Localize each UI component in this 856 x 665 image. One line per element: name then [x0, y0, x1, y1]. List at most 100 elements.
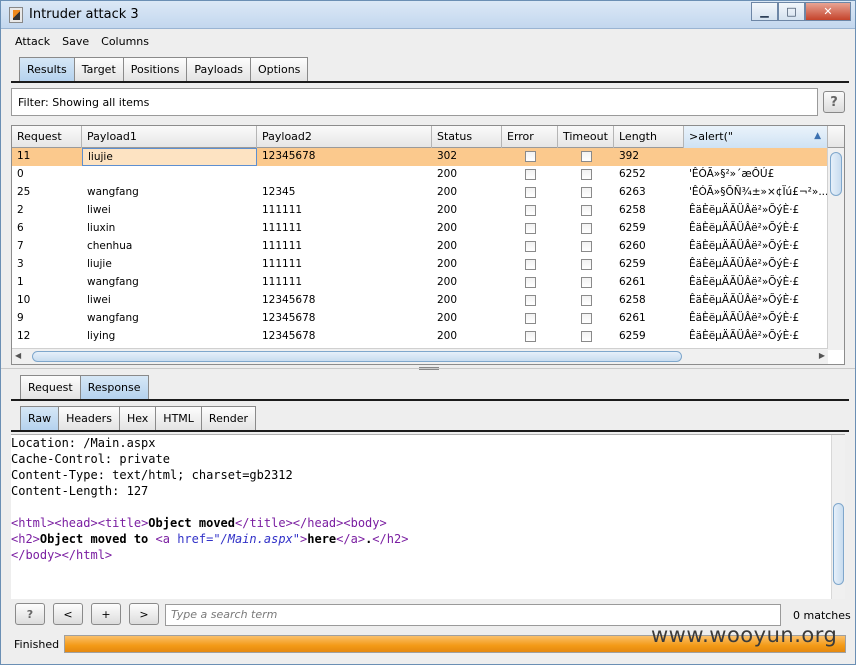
tab-request[interactable]: Request — [20, 375, 81, 399]
table-row[interactable]: 2 liwei 111111 200 6258 ÊäÈëµÄÃÜÂë²»ÕýÈ·£ — [12, 202, 828, 220]
error-checkbox[interactable] — [524, 169, 536, 180]
search-help-button[interactable]: ? — [15, 603, 45, 625]
filter-bar[interactable]: Filter: Showing all items — [11, 88, 818, 116]
table-row[interactable]: 9 wangfang 12345678 200 6261 ÊäÈëµÄÃÜÂë²»ÕýÈ·… — [12, 310, 828, 328]
table-horizontal-scroll-thumb[interactable] — [32, 351, 682, 362]
tab-render[interactable]: Render — [200, 406, 257, 430]
table-row[interactable]: 10 liwei 12345678 200 6258 ÊäÈëµÄÃÜÂë²»ÕýÈ·£ — [12, 292, 828, 310]
table-row[interactable]: 6 liuxin 111111 200 6259 ÊäÈëµÄÃÜÂë²»ÕýÈ·£ — [12, 220, 828, 238]
tab-payloads[interactable]: Payloads — [186, 57, 251, 81]
tab-target[interactable]: Target — [73, 57, 124, 81]
col-error[interactable]: Error — [502, 126, 558, 148]
col-timeout[interactable]: Timeout — [558, 126, 614, 148]
scroll-right-arrow-icon[interactable]: ▶ — [819, 351, 825, 360]
error-checkbox[interactable] — [524, 313, 536, 324]
maximize-button[interactable]: □ — [778, 2, 805, 21]
cell-request: 7 — [17, 240, 24, 252]
timeout-checkbox[interactable] — [580, 331, 592, 342]
close-button[interactable]: ✕ — [805, 2, 851, 21]
menu-save[interactable]: Save — [60, 34, 91, 49]
tab-hex[interactable]: Hex — [118, 406, 157, 430]
cell-timeout — [558, 184, 614, 202]
search-previous-button[interactable]: < — [53, 603, 83, 625]
error-checkbox[interactable] — [524, 223, 536, 234]
search-add-button[interactable]: + — [91, 603, 121, 625]
menu-attack[interactable]: Attack — [13, 34, 52, 49]
tab-options[interactable]: Options — [249, 57, 309, 81]
h2-open-tag: <h2> — [11, 532, 40, 546]
timeout-checkbox[interactable] — [580, 277, 592, 288]
response-raw-view[interactable]: Location: /Main.aspx Cache-Control: priv… — [11, 434, 845, 599]
table-horizontal-scrollbar[interactable]: ◀ ▶ — [12, 348, 828, 364]
col-alert[interactable]: >alert(" ▲ — [684, 126, 828, 148]
response-vertical-scrollbar[interactable] — [831, 435, 845, 599]
table-row[interactable]: 0 200 6252 'ÊÓÃ»§²»´æÔÚ£ — [12, 166, 828, 184]
menu-columns[interactable]: Columns — [99, 34, 151, 49]
cell-payload2: 12345678 — [262, 294, 316, 306]
col-request[interactable]: Request — [12, 126, 82, 148]
timeout-checkbox[interactable] — [580, 205, 592, 216]
title-bar: Intruder attack 3 ▁ □ ✕ — [1, 1, 855, 29]
error-checkbox[interactable] — [524, 277, 536, 288]
search-matches-count: 0 matches — [793, 609, 851, 622]
search-next-button[interactable]: > — [129, 603, 159, 625]
col-payload2[interactable]: Payload2 — [257, 126, 432, 148]
table-row[interactable]: 3 liujie 111111 200 6259 ÊäÈëµÄÃÜÂë²»ÕýÈ·£ — [12, 256, 828, 274]
response-vertical-scroll-thumb[interactable] — [833, 503, 844, 585]
timeout-checkbox[interactable] — [580, 187, 592, 198]
cell-request: 1 — [17, 276, 24, 288]
cell-payload2: 111111 — [262, 240, 303, 252]
timeout-checkbox[interactable] — [580, 223, 592, 234]
error-checkbox[interactable] — [524, 295, 536, 306]
col-status[interactable]: Status — [432, 126, 502, 148]
tab-results[interactable]: Results — [19, 57, 75, 81]
tab-positions[interactable]: Positions — [122, 57, 188, 81]
tab-html[interactable]: HTML — [155, 406, 202, 430]
minimize-button[interactable]: ▁ — [751, 2, 778, 21]
cell-length: 6258 — [619, 294, 646, 306]
head-open-tag: <head> — [54, 516, 98, 530]
tab-headers[interactable]: Headers — [58, 406, 120, 430]
anchor-text: here — [307, 532, 337, 546]
cell-length: 6259 — [619, 258, 646, 270]
filter-help-button[interactable]: ? — [823, 91, 845, 113]
error-checkbox[interactable] — [524, 187, 536, 198]
error-checkbox[interactable] — [524, 241, 536, 252]
table-row[interactable]: 12 liying 12345678 200 6259 ÊäÈëµÄÃÜÂë²»ÕýÈ·£ — [12, 328, 828, 346]
cell-request: 9 — [17, 312, 24, 324]
cell-alert: ÊäÈëµÄÃÜÂë²»ÕýÈ·£ — [689, 240, 800, 252]
timeout-checkbox[interactable] — [580, 259, 592, 270]
timeout-checkbox[interactable] — [580, 241, 592, 252]
error-checkbox[interactable] — [524, 259, 536, 270]
table-vertical-scroll-thumb[interactable] — [830, 152, 842, 196]
cell-error — [502, 292, 558, 310]
col-length[interactable]: Length — [614, 126, 684, 148]
timeout-checkbox[interactable] — [580, 313, 592, 324]
cell-alert: ÊäÈëµÄÃÜÂë²»ÕýÈ·£ — [689, 222, 800, 234]
table-row[interactable]: 1 wangfang 111111 200 6261 ÊäÈëµÄÃÜÂë²»ÕýÈ·£ — [12, 274, 828, 292]
cell-status: 302 — [437, 150, 458, 162]
table-row[interactable]: 11 liujie 12345678 302 392 — [12, 148, 828, 166]
cell-alert: ÊäÈëµÄÃÜÂë²»ÕýÈ·£ — [689, 294, 800, 306]
timeout-checkbox[interactable] — [580, 295, 592, 306]
scroll-left-arrow-icon[interactable]: ◀ — [15, 351, 21, 360]
table-row[interactable]: 25 wangfang 12345 200 6263 'ÊÓÃ»§ÕÑ¾­±»×¢Ïú£¬… — [12, 184, 828, 202]
timeout-checkbox[interactable] — [580, 151, 592, 162]
splitter-grip-icon[interactable] — [419, 367, 439, 370]
cell-error — [502, 310, 558, 328]
table-vertical-scrollbar[interactable] — [827, 148, 844, 350]
head-close-tag: </head> — [292, 516, 344, 530]
intruder-window: Intruder attack 3 ▁ □ ✕ Attack Save Colu… — [0, 0, 856, 665]
cell-payload1: liuxin — [87, 222, 116, 234]
table-row[interactable]: 7 chenhua 111111 200 6260 ÊäÈëµÄÃÜÂë²»ÕýÈ·£ — [12, 238, 828, 256]
req-resp-tab-divider — [11, 399, 849, 401]
cell-error — [502, 148, 558, 166]
error-checkbox[interactable] — [524, 151, 536, 162]
col-payload1[interactable]: Payload1 — [82, 126, 257, 148]
timeout-checkbox[interactable] — [580, 169, 592, 180]
cell-length: 6259 — [619, 222, 646, 234]
error-checkbox[interactable] — [524, 331, 536, 342]
tab-response[interactable]: Response — [79, 375, 149, 399]
error-checkbox[interactable] — [524, 205, 536, 216]
tab-raw[interactable]: Raw — [20, 406, 60, 430]
